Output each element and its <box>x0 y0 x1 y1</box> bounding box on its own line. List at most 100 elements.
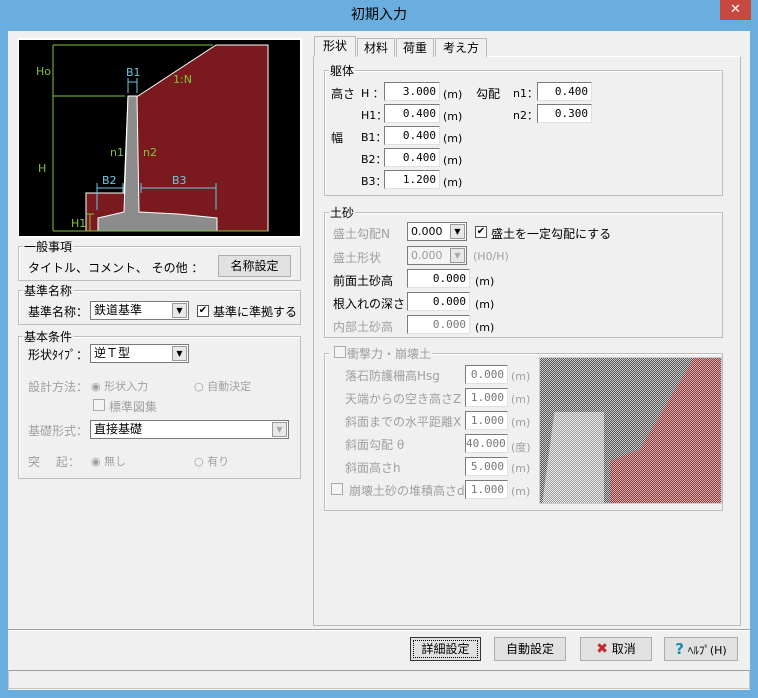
impact-row-input[interactable]: 5.000 <box>465 457 508 476</box>
B3-label: B3： <box>361 175 387 188</box>
tab-approach[interactable]: 考え方 <box>435 38 487 57</box>
fill-slope-select[interactable]: 0.000 ▼ <box>407 222 467 241</box>
tab-shape[interactable]: 形状 <box>314 36 356 57</box>
impact-row-unit: (m) <box>511 416 531 429</box>
impact-diagram <box>539 357 722 504</box>
cancel-label: 取消 <box>611 642 636 656</box>
B1-input[interactable]: 0.400 <box>384 126 440 145</box>
shape-type-value: 逆Ｔ型 <box>94 346 131 360</box>
general-text: タイトル、コメント、 その他 ： <box>28 261 204 275</box>
impact-row-label: 天端からの空き高さZ <box>345 392 462 406</box>
standard-select[interactable]: 鉄道基準 ▼ <box>90 301 189 320</box>
x-icon: ✖ <box>596 641 608 657</box>
B3-unit: (m) <box>443 176 463 189</box>
chevron-down-icon: ▼ <box>172 303 187 318</box>
chevron-down-icon: ▼ <box>172 346 187 361</box>
impact-row-input[interactable]: 40.000 <box>465 434 508 453</box>
status-bar <box>8 670 750 689</box>
design-shape-input-radio[interactable]: ◉ 形状入力 <box>91 378 148 394</box>
impact-row-input[interactable]: 1.000 <box>465 388 508 407</box>
close-button[interactable]: ✕ <box>720 0 751 20</box>
B3-input[interactable]: 1.200 <box>384 170 440 189</box>
H1-input[interactable]: 0.400 <box>384 104 440 123</box>
slope-region <box>610 358 721 503</box>
impact-row-unit: (m) <box>511 462 531 475</box>
n1-input[interactable]: 0.400 <box>537 82 592 101</box>
impact-row-input[interactable]: 0.000 <box>465 365 508 384</box>
tab-load[interactable]: 荷重 <box>396 38 434 57</box>
projection-yes-radio[interactable]: ○ 有り <box>194 453 229 469</box>
foundation-select[interactable]: 直接基礎 ▼ <box>90 420 289 439</box>
impact-row-label: 斜面までの水平距離X <box>345 415 462 429</box>
projection-none-radio[interactable]: ◉ 無し <box>91 453 126 469</box>
cancel-button[interactable]: ✖ 取消 <box>580 637 652 661</box>
foundation-value: 直接基礎 <box>94 422 143 436</box>
detail-settings-button[interactable]: 詳細設定 <box>410 637 481 661</box>
label-n2: n2 <box>143 146 157 159</box>
const-slope-label: 盛土を一定勾配にする <box>491 227 612 241</box>
impact-row-unit: (度) <box>511 441 531 454</box>
impact-row-unit: (m) <box>511 485 531 498</box>
design-auto-radio[interactable]: ○ 自動決定 <box>194 378 251 394</box>
impact-row-input[interactable]: 1.000 <box>465 411 508 430</box>
height-label: 高さ <box>331 87 356 101</box>
separator <box>8 629 750 630</box>
H-unit: (m) <box>443 88 463 101</box>
fill-shape-label: 盛土形状 <box>333 251 382 265</box>
n1-label: n1： <box>513 87 538 100</box>
impact-row-unit: (m) <box>511 393 531 406</box>
H1-unit: (m) <box>443 110 463 123</box>
label-b3: B3 <box>172 174 187 187</box>
inner-soil-label: 内部土砂高 <box>333 320 394 334</box>
embed-depth-input[interactable]: 0.000 <box>407 292 470 311</box>
question-icon: ? <box>675 640 684 658</box>
fill-slope-label: 盛土勾配N <box>333 227 390 241</box>
proj-opt1-label: 無し <box>104 455 127 468</box>
n2-input[interactable]: 0.300 <box>537 104 592 123</box>
impact-row-unit: (m) <box>511 370 531 383</box>
fill-shape-value: 0.000 <box>411 249 443 262</box>
chevron-down-icon: ▼ <box>272 422 287 437</box>
B2-input[interactable]: 0.400 <box>384 148 440 167</box>
embed-depth-unit: (m) <box>475 298 495 311</box>
H-input[interactable]: 3.000 <box>384 82 440 101</box>
B1-unit: (m) <box>443 132 463 145</box>
basic-legend: 基本条件 <box>23 328 74 345</box>
standard-figure-label: 標準図集 <box>109 400 158 414</box>
comply-standard-checkbox[interactable]: ✔ <box>197 305 209 317</box>
label-b1: B1 <box>126 66 141 79</box>
impact-row-input[interactable]: 1.000 <box>465 480 508 499</box>
auto-settings-button[interactable]: 自動設定 <box>494 637 566 661</box>
standard-figure-checkbox[interactable] <box>93 399 105 411</box>
design-opt2-label: 自動決定 <box>207 380 252 393</box>
wall-region <box>542 412 604 503</box>
window-title: 初期入力 <box>351 7 407 23</box>
help-button[interactable]: ? ﾍﾙﾌﾟ(H) <box>664 637 738 661</box>
fill-shape-select[interactable]: 0.000 ▼ <box>407 246 467 265</box>
const-slope-checkbox[interactable]: ✔ <box>475 226 487 238</box>
label-h: H <box>38 162 46 175</box>
tab-material[interactable]: 材料 <box>357 38 395 57</box>
B1-label: B1： <box>361 131 387 144</box>
fill-shape-unit: (H0/H) <box>473 250 509 263</box>
H-label: H ： <box>361 87 384 100</box>
proj-opt2-label: 有り <box>207 455 230 468</box>
front-soil-label: 前面土砂高 <box>333 274 394 288</box>
foundation-label: 基礎形式： <box>28 424 89 438</box>
inner-soil-input[interactable]: 0.000 <box>407 315 470 334</box>
n2-label: n2： <box>513 109 538 122</box>
standard-label: 基準名称： <box>28 305 89 319</box>
wall-diagram: Ho H H1 B1 B2 B3 n1 n2 1:N <box>18 38 302 238</box>
front-soil-unit: (m) <box>475 275 495 288</box>
name-settings-button[interactable]: 名称設定 <box>218 255 291 277</box>
label-h1: H1 <box>71 217 86 230</box>
standard-legend: 基準名称 <box>23 282 74 299</box>
B2-unit: (m) <box>443 154 463 167</box>
shape-type-label: 形状ﾀｲﾌﾟ： <box>28 348 89 362</box>
shape-type-select[interactable]: 逆Ｔ型 ▼ <box>90 344 189 363</box>
label-n1: n1 <box>110 146 124 159</box>
body-legend: 躯体 <box>329 62 356 79</box>
debris-height-checkbox[interactable] <box>331 483 343 495</box>
impact-checkbox[interactable] <box>334 346 346 358</box>
front-soil-input[interactable]: 0.000 <box>407 269 470 288</box>
